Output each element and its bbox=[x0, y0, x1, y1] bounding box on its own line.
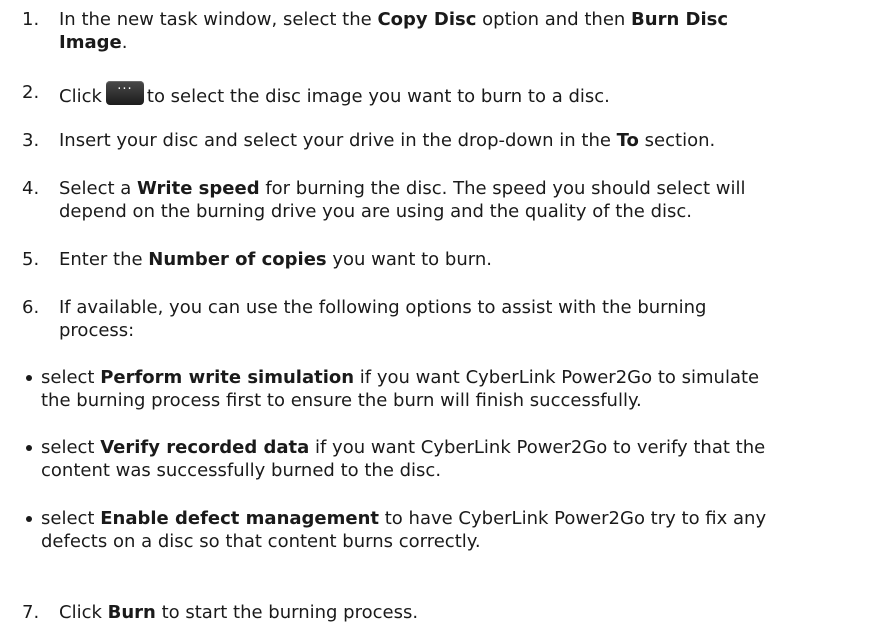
enable-defect-management-term: Enable defect management bbox=[100, 508, 380, 529]
step-number: 4. bbox=[22, 178, 40, 199]
step-text-line2: depend on the burning drive you are usin… bbox=[59, 201, 692, 222]
browse-button-icon: ··· bbox=[105, 81, 144, 105]
instructions-document: 1. In the new task window, select the Co… bbox=[0, 0, 872, 637]
bullet-text: select Perform write simulation if you w… bbox=[41, 367, 760, 388]
burn-term: Burn bbox=[107, 602, 156, 623]
step-text-line2: Image. bbox=[59, 32, 128, 53]
image-term: Image bbox=[59, 32, 122, 53]
step-text: Enter the Number of copies you want to b… bbox=[59, 249, 492, 270]
bullet-text-line2: defects on a disc so that content burns … bbox=[41, 531, 481, 552]
bullet-icon bbox=[26, 445, 32, 451]
step-number: 1. bbox=[22, 9, 40, 30]
step-text: If available, you can use the following … bbox=[59, 297, 707, 318]
to-term: To bbox=[616, 130, 639, 151]
number-of-copies-term: Number of copies bbox=[148, 249, 327, 270]
step-number: 2. bbox=[22, 82, 40, 103]
step-number: 3. bbox=[22, 130, 40, 151]
burn-disc-term: Burn Disc bbox=[631, 9, 729, 30]
bullet-text: select Verify recorded data if you want … bbox=[41, 437, 766, 458]
bullet-text: select Enable defect management to have … bbox=[41, 508, 767, 529]
step-text: Insert your disc and select your drive i… bbox=[59, 130, 716, 151]
perform-write-simulation-term: Perform write simulation bbox=[100, 367, 355, 388]
step-text: Click Burn to start the burning process. bbox=[59, 602, 419, 623]
bullet-text-line2: the burning process first to ensure the … bbox=[41, 390, 642, 411]
copy-disc-term: Copy Disc bbox=[377, 9, 477, 30]
step-number: 7. bbox=[22, 602, 40, 623]
step-text: In the new task window, select the Copy … bbox=[59, 9, 729, 30]
write-speed-term: Write speed bbox=[137, 178, 260, 199]
step-text: Select a Write speed for burning the dis… bbox=[59, 178, 746, 199]
step-text: Click ··· to select the disc image you wan… bbox=[59, 81, 610, 107]
bullet-icon bbox=[26, 375, 32, 381]
verify-recorded-data-term: Verify recorded data bbox=[100, 437, 310, 458]
bullet-text-line2: content was successfully burned to the d… bbox=[41, 460, 442, 481]
step-number: 6. bbox=[22, 297, 40, 318]
step-text-line2: process: bbox=[59, 320, 135, 341]
step-number: 5. bbox=[22, 249, 40, 270]
bullet-icon bbox=[26, 516, 32, 522]
